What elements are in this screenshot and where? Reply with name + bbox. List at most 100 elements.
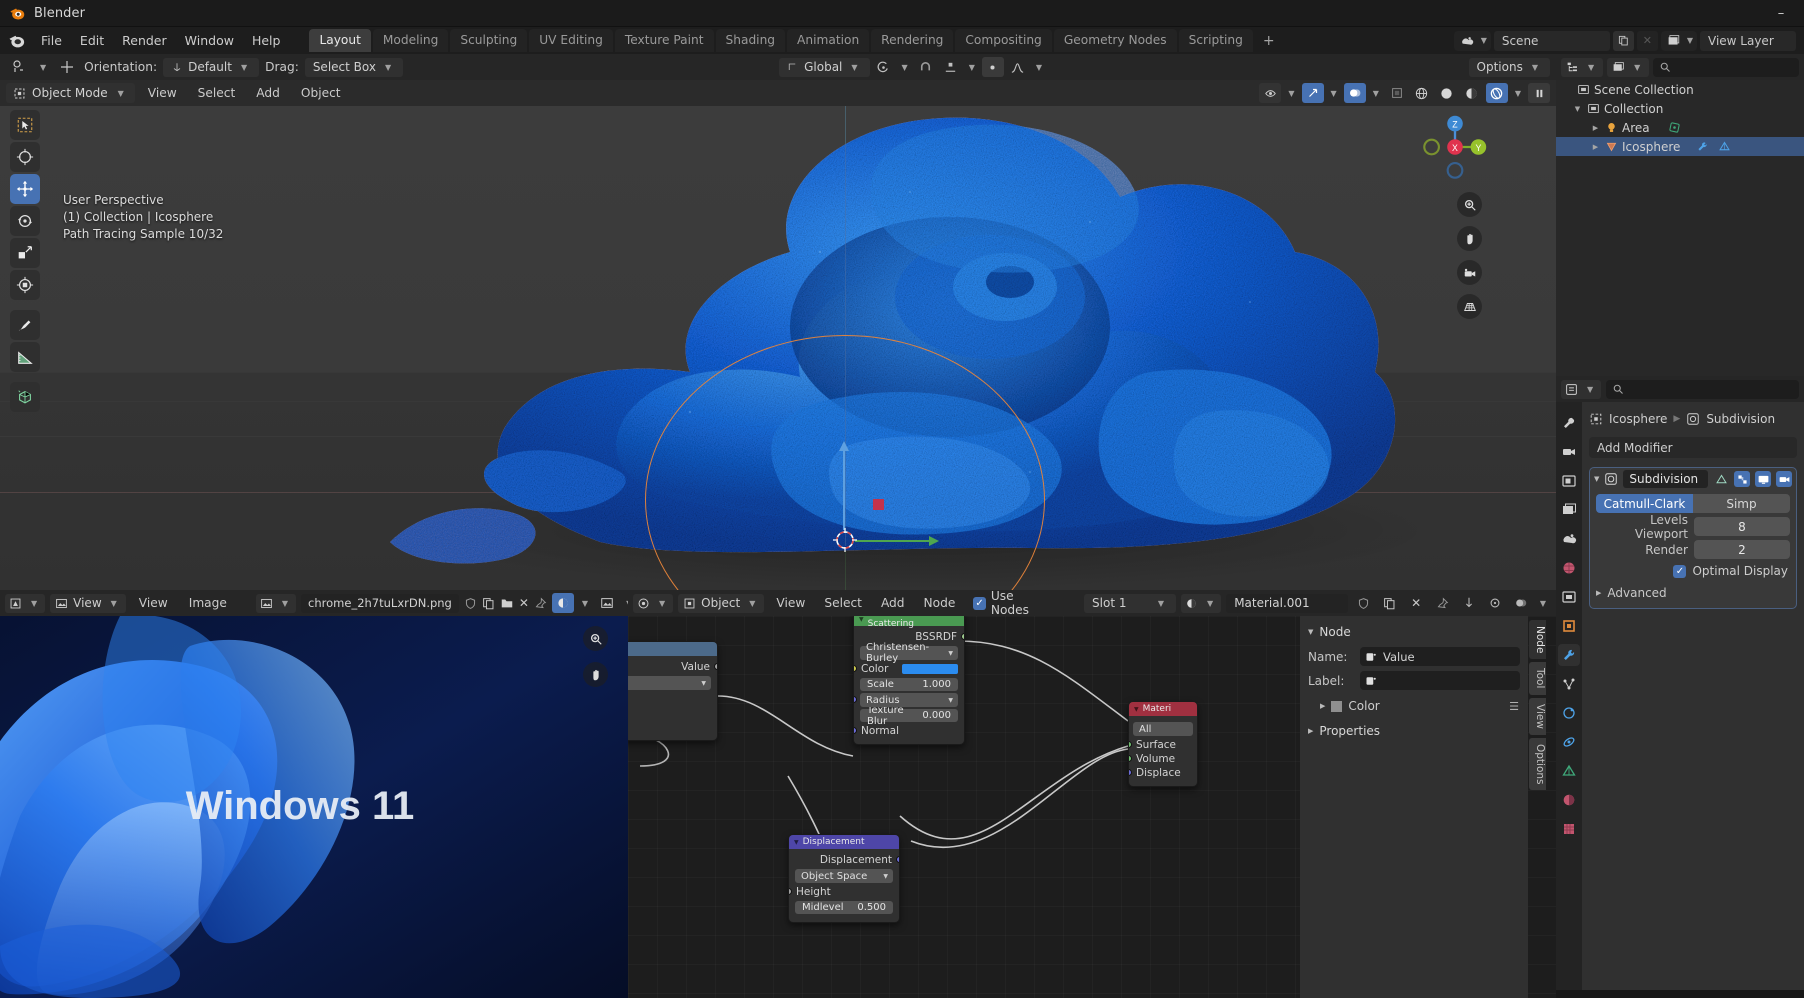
expand-icon[interactable]: ▶: [1590, 143, 1601, 151]
tab-animation[interactable]: Animation: [787, 29, 870, 52]
open-image-icon[interactable]: [500, 593, 514, 613]
color-swatch[interactable]: [902, 664, 958, 674]
image-browse-dropdown[interactable]: ▼: [255, 593, 297, 613]
falloff-curve-icon[interactable]: [1007, 57, 1029, 77]
cursor-tool[interactable]: [10, 142, 40, 172]
node-name-input[interactable]: Value: [1360, 647, 1520, 666]
expand-icon[interactable]: ▶: [1308, 727, 1313, 735]
snap-magnet-icon[interactable]: [915, 57, 937, 77]
node-sidebar-panel[interactable]: ▼ Node Name: Value Label: ▶ Color ☰ ▶ Pr…: [1300, 616, 1528, 998]
shader-node-editor[interactable]: ▼ Add Value Add ▼ Clamp: [628, 590, 1556, 998]
transform-tool[interactable]: [10, 270, 40, 300]
menu-window[interactable]: Window: [176, 30, 243, 51]
output-socket[interactable]: [896, 856, 899, 863]
properties-search-input[interactable]: [1606, 379, 1799, 399]
zoom-icon[interactable]: [583, 626, 608, 651]
input-socket[interactable]: [1129, 769, 1132, 776]
tab-modeling[interactable]: Modeling: [372, 29, 449, 52]
material-tab[interactable]: [1558, 789, 1580, 811]
visibility-selectability-icon[interactable]: [1259, 83, 1282, 103]
input-socket[interactable]: [1129, 755, 1132, 762]
pin-icon[interactable]: [1432, 593, 1453, 613]
modifier-panel-header[interactable]: ▼ Subdivision: [1590, 468, 1796, 490]
annotate-tool[interactable]: [10, 310, 40, 340]
target-dropdown[interactable]: All: [1133, 722, 1193, 736]
move-tool[interactable]: [10, 174, 40, 204]
node-input-height[interactable]: Height: [789, 885, 899, 899]
xray-toggle-icon[interactable]: [1386, 83, 1408, 103]
drag-dropdown[interactable]: Select Box ▼: [304, 57, 404, 77]
world-tab[interactable]: [1558, 557, 1580, 579]
node-menu-add[interactable]: Add: [874, 594, 912, 612]
viewport-menu-add[interactable]: Add: [248, 84, 288, 102]
scale-tool[interactable]: [10, 238, 40, 268]
add-cube-tool[interactable]: [10, 382, 40, 412]
node-editor-type-dropdown[interactable]: ▼: [633, 593, 674, 613]
expand-icon[interactable]: ▶: [1320, 702, 1325, 710]
texture-tab[interactable]: [1558, 818, 1580, 840]
cage-display-icon[interactable]: [1734, 471, 1750, 487]
outliner-filter-dropdown[interactable]: ▼: [1607, 57, 1650, 77]
node-tab-options[interactable]: Options: [1529, 737, 1546, 791]
color-presets-icon[interactable]: ☰: [1509, 700, 1520, 713]
pan-hand-icon[interactable]: [583, 662, 608, 687]
modifier-wrench-icon[interactable]: [1696, 140, 1709, 153]
input-socket[interactable]: [1129, 741, 1132, 748]
delete-scene-button[interactable]: ✕: [1636, 30, 1658, 51]
add-node[interactable]: ▼ Add Value Add ▼ Clamp: [628, 641, 718, 741]
snap-node-icon[interactable]: [1458, 593, 1480, 613]
object-tab[interactable]: [1558, 615, 1580, 637]
render-shading-icon[interactable]: [551, 593, 574, 613]
advanced-section-toggle[interactable]: ▶ Advanced: [1596, 586, 1790, 600]
optimal-display-checkbox[interactable]: ✓: [1673, 564, 1687, 578]
pivot-point-icon[interactable]: [873, 57, 895, 77]
image-editor-mode-dropdown[interactable]: View ▼: [50, 593, 126, 613]
space-dropdown[interactable]: Object Space ▼: [795, 869, 893, 883]
image-editor-type-dropdown[interactable]: ▼: [5, 593, 46, 613]
viewport-menu-select[interactable]: Select: [190, 84, 244, 102]
unlink-material-icon[interactable]: ✕: [1406, 593, 1427, 613]
show-gizmo-icon[interactable]: [1301, 83, 1324, 103]
collapse-icon[interactable]: ▼: [1134, 706, 1139, 713]
view-layer-name-field[interactable]: View Layer: [1700, 30, 1796, 51]
realtime-display-icon[interactable]: [1755, 471, 1771, 487]
material-name-field[interactable]: Material.001: [1226, 593, 1349, 613]
collapse-icon[interactable]: ▼: [859, 616, 864, 623]
mesh-data-icon[interactable]: [1718, 140, 1731, 153]
input-socket[interactable]: [854, 727, 857, 734]
node-output-value[interactable]: Value: [628, 660, 717, 674]
node-menu-view[interactable]: View: [769, 594, 812, 612]
viewport-menu-object[interactable]: Object: [293, 84, 349, 102]
render-tab[interactable]: [1558, 441, 1580, 463]
tool-tab[interactable]: [1558, 412, 1580, 434]
image-editor-menu-view[interactable]: View: [131, 594, 176, 612]
clamp-checkbox-row[interactable]: Clamp: [628, 692, 717, 706]
show-overlays-icon[interactable]: [1343, 83, 1366, 103]
node-header[interactable]: ▼ Displacement: [789, 835, 899, 849]
wireframe-shading-icon[interactable]: [1411, 83, 1433, 103]
minimize-button[interactable]: –: [1758, 0, 1804, 27]
tab-compositing[interactable]: Compositing: [955, 29, 1052, 52]
menu-render[interactable]: Render: [113, 30, 176, 51]
overlay-node-icon[interactable]: [1510, 593, 1532, 613]
new-image-icon[interactable]: [482, 593, 495, 613]
expand-icon[interactable]: ▶: [1590, 124, 1601, 132]
image-name-field[interactable]: chrome_2h7tuLxrDN.png: [301, 593, 459, 613]
image-editor-canvas[interactable]: Windows 11: [0, 616, 628, 998]
material-browse-dropdown[interactable]: ▼: [1181, 593, 1222, 613]
particles-tab[interactable]: [1558, 673, 1580, 695]
tab-uv-editing[interactable]: UV Editing: [529, 29, 613, 52]
midlevel-field[interactable]: Midlevel 0.500: [795, 901, 893, 914]
interaction-mode-dropdown[interactable]: Object Mode ▼: [6, 83, 135, 103]
outliner-row-area[interactable]: ▶ Area: [1556, 118, 1804, 137]
tool-settings-icon[interactable]: [8, 57, 30, 77]
render-levels-value[interactable]: 2: [1694, 540, 1790, 559]
scale-field[interactable]: Scale 1.000: [860, 678, 958, 691]
material-preview-shading-icon[interactable]: [1461, 83, 1483, 103]
outliner-row-scene-collection[interactable]: Scene Collection: [1556, 80, 1804, 99]
tab-layout[interactable]: Layout: [309, 29, 371, 52]
catmull-clark-option[interactable]: Catmull-Clark: [1596, 494, 1693, 513]
pause-render-icon[interactable]: [1528, 83, 1550, 103]
scene-selector[interactable]: ▼: [1453, 30, 1491, 51]
solid-shading-icon[interactable]: [1436, 83, 1458, 103]
